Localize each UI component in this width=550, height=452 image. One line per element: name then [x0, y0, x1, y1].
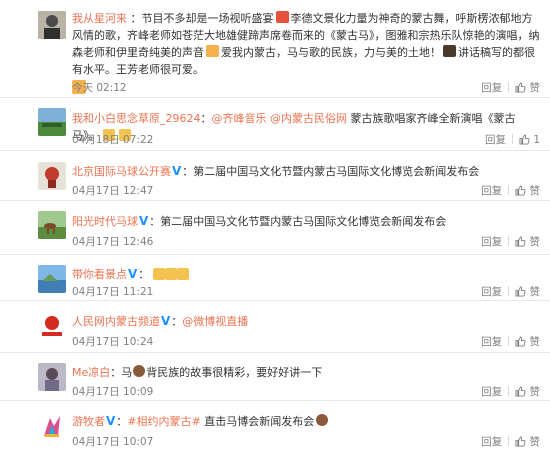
comment-body: 游牧者V：#相约内蒙古# 直击马博会新闻发布会 [72, 413, 540, 430]
comment-item: 我从星河来 ：节目不多却是一场视听盛宴 李德文景化力量为神奇的蒙古舞，呼斯楞浓郁地… [0, 0, 550, 98]
like-button[interactable]: 赞 [515, 386, 540, 398]
comment-text: 爱我内蒙古，马与歌的民族，力与美的土地！ [221, 46, 441, 59]
heart-emoji-icon [206, 45, 219, 57]
verified-badge-icon: V [161, 314, 171, 328]
like-button[interactable]: 赞 [515, 185, 540, 197]
like-button[interactable]: 1 [519, 134, 540, 146]
comment-actions: 回复 赞 [481, 334, 540, 349]
reply-button[interactable]: 回复 [485, 134, 506, 146]
comment-time: 04月17日 10:24 [72, 336, 154, 348]
comment-time: 04月17日 12:46 [72, 236, 154, 248]
mention-link[interactable]: @齐峰音乐 [212, 112, 267, 125]
comment-item: 人民网内蒙古频道V：@微博视直播 04月17日 10:24 回复 赞 [0, 301, 550, 353]
thumbs-up-icon [515, 185, 526, 196]
reply-button[interactable]: 回复 [481, 336, 502, 348]
thumbs-up-icon [519, 134, 530, 145]
comment-body: 阳光时代马球V：第二届中国马文化节暨内蒙古马国际文化博览会新闻发布会 [72, 213, 540, 230]
reply-button[interactable]: 回复 [481, 82, 502, 94]
avatar[interactable] [38, 363, 66, 391]
username-link[interactable]: 阳光时代马球 [72, 215, 138, 228]
comment-item: 我和小白思念草原_29624：@齐峰音乐 @内蒙古民俗网 蒙古族歌唱家齐峰全新演… [0, 98, 550, 151]
reply-button[interactable]: 回复 [481, 236, 502, 248]
comment-item: 北京国际马球公开赛V：第二届中国马文化节暨内蒙古马国际文化博览会新闻发布会 04… [0, 151, 550, 201]
verified-badge-icon: V [128, 267, 138, 281]
verified-badge-icon: V [172, 164, 182, 178]
comment-item: 游牧者V：#相约内蒙古# 直击马博会新闻发布会 04月17日 10:07 回复 … [0, 401, 550, 452]
username-link[interactable]: 北京国际马球公开赛 [72, 165, 171, 178]
username-link[interactable]: Me凉白 [72, 366, 110, 379]
comment-actions: 回复 赞 [481, 234, 540, 249]
comment-time: 04月17日 12:47 [72, 185, 154, 197]
mention-link[interactable]: @微博视直播 [182, 315, 248, 328]
comment-actions: 回复 1 [485, 132, 540, 147]
comment-time: 今天 02:12 [72, 82, 127, 94]
comment-time: 04月17日 10:07 [72, 436, 154, 448]
comment-time: 04月17日 10:09 [72, 386, 154, 398]
thumbs-up-icon [515, 336, 526, 347]
comment-actions: 回复 赞 [481, 284, 540, 299]
thumbs-up-emoji-icon [152, 268, 165, 280]
verified-badge-icon: V [106, 414, 116, 428]
thumbs-up-icon [515, 386, 526, 397]
thumbs-up-icon [515, 286, 526, 297]
thumbs-up-icon [515, 82, 526, 93]
person-emoji-icon [133, 365, 146, 377]
comment-body: 人民网内蒙古频道V：@微博视直播 [72, 314, 249, 328]
username-link[interactable]: 我从星河来 [72, 12, 127, 25]
comment-time: 04月18日 07:22 [72, 134, 154, 146]
reply-button[interactable]: 回复 [481, 436, 502, 448]
hashtag-link[interactable]: #相约内蒙古# [127, 415, 200, 428]
avatar[interactable] [38, 265, 66, 293]
like-count: 1 [533, 134, 540, 146]
comment-actions: 回复 赞 [481, 434, 540, 449]
avatar[interactable] [38, 312, 66, 340]
thumbs-up-icon [515, 436, 526, 447]
username-link[interactable]: 我和小白思念草原_29624 [72, 112, 201, 125]
reply-button[interactable]: 回复 [481, 286, 502, 298]
comment-actions: 回复 赞 [481, 384, 540, 399]
comment-body: 带你看景点V： [72, 266, 540, 283]
comment-text: 背民族的故事很精彩，要好好讲一下 [146, 366, 323, 379]
reply-button[interactable]: 回复 [481, 185, 502, 197]
avatar[interactable] [38, 108, 66, 136]
comment-text: ：第二届中国马文化节暨内蒙古马国际文化博览会新闻发布会 [149, 215, 447, 228]
like-button[interactable]: 赞 [515, 82, 540, 94]
comment-text: ：第二届中国马文化节暨内蒙古马国际文化博览会新闻发布会 [182, 165, 480, 178]
comment-time: 04月17日 11:21 [72, 286, 154, 298]
tea-emoji-icon [443, 45, 456, 57]
comment-body: 我从星河来 ：节目不多却是一场视听盛宴 李德文景化力量为神奇的蒙古舞，呼斯楞浓郁地… [72, 10, 540, 98]
like-button[interactable]: 赞 [515, 336, 540, 348]
comment-actions: 回复 赞 [481, 183, 540, 198]
avatar[interactable] [38, 11, 66, 39]
avatar[interactable] [38, 412, 66, 440]
avatar[interactable] [38, 162, 66, 190]
comment-list: 我从星河来 ：节目不多却是一场视听盛宴 李德文景化力量为神奇的蒙古舞，呼斯楞浓郁地… [0, 0, 550, 452]
comment-body: 北京国际马球公开赛V：第二届中国马文化节暨内蒙古马国际文化博览会新闻发布会 [72, 163, 540, 180]
thumbs-up-emoji-icon [164, 268, 177, 280]
comment-body: Me凉白：马 背民族的故事很精彩，要好好讲一下 [72, 365, 323, 379]
like-button[interactable]: 赞 [515, 436, 540, 448]
comment-item: 带你看景点V： 04月17日 11:21 回复 赞 [0, 255, 550, 301]
thumbs-up-emoji-icon [176, 268, 189, 280]
comment-item: Me凉白：马 背民族的故事很精彩，要好好讲一下 04月17日 10:09 回复 赞 [0, 353, 550, 401]
reply-button[interactable]: 回复 [481, 386, 502, 398]
comment-text: 直击马博会新闻发布会 [200, 415, 315, 428]
username-link[interactable]: 游牧者 [72, 415, 105, 428]
comment-text: ：节目不多却是一场视听盛宴 [127, 12, 274, 25]
like-button[interactable]: 赞 [515, 236, 540, 248]
speech-emoji-icon [275, 11, 289, 23]
comment-item: 阳光时代马球V：第二届中国马文化节暨内蒙古马国际文化博览会新闻发布会 04月17… [0, 201, 550, 255]
verified-badge-icon: V [139, 214, 149, 228]
comment-actions: 回复 赞 [481, 80, 540, 95]
like-button[interactable]: 赞 [515, 286, 540, 298]
emoji-row [72, 80, 540, 98]
mention-link[interactable]: @内蒙古民俗网 [270, 112, 347, 125]
username-link[interactable]: 人民网内蒙古频道 [72, 315, 160, 328]
avatar[interactable] [38, 211, 66, 239]
person-emoji-icon [316, 414, 329, 426]
username-link[interactable]: 带你看景点 [72, 268, 127, 281]
thumbs-up-icon [515, 236, 526, 247]
